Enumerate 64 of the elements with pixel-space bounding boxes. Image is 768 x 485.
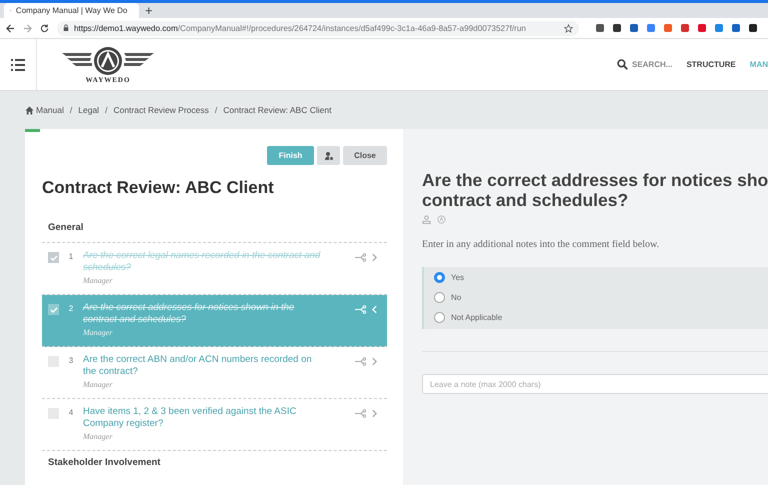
- url-text: https://demo1.waywedo.com/CompanyManual#!/procedures/264724/instances/d5af499c-3c1a-46a9-8a57-a99d0073527f/run: [74, 24, 527, 32]
- checklist-item[interactable]: 4 Have items 1, 2 & 3 been verified against the ASIC Company register? Manager: [42, 399, 387, 451]
- radio-option[interactable]: No: [434, 292, 768, 303]
- radio-button[interactable]: [434, 292, 445, 303]
- checkbox[interactable]: [48, 304, 59, 315]
- checklist-title: Contract Review: ABC Client: [42, 178, 275, 198]
- radio-option[interactable]: Yes: [434, 272, 768, 283]
- chevron-icon[interactable]: [372, 409, 377, 418]
- winged-logo-icon: [62, 46, 154, 76]
- radio-button[interactable]: [434, 272, 445, 283]
- user-icon: [324, 150, 334, 160]
- item-number: 2: [68, 304, 74, 313]
- section-heading: General: [42, 222, 387, 243]
- chevron-icon[interactable]: [372, 357, 377, 366]
- breadcrumb-link[interactable]: Contract Review: ABC Client: [223, 105, 332, 115]
- checkbox[interactable]: [48, 252, 59, 263]
- item-number: 1: [68, 252, 74, 261]
- item-question: Have items 1, 2 & 3 been verified against the ASIC Company register?: [83, 406, 298, 430]
- item-question: Are the correct addresses for notices shown in the contract and schedules?: [83, 302, 296, 326]
- radio-option[interactable]: Not Applicable: [434, 312, 768, 323]
- note-field[interactable]: Leave a note (max 2000 chars): [422, 374, 768, 394]
- back-icon[interactable]: [6, 24, 15, 32]
- home-icon: [25, 106, 34, 114]
- breadcrumb-separator: /: [70, 105, 72, 115]
- question-title: Are the correct addresses for notices sho contract and schedules?: [422, 170, 768, 210]
- user-icon: [422, 215, 431, 224]
- branch-icon[interactable]: [355, 357, 367, 366]
- description-text: Enter in any additional notes into the comment field below.: [422, 239, 660, 250]
- star-icon[interactable]: [564, 24, 573, 32]
- breadcrumb-separator: /: [214, 105, 218, 115]
- menu-icon[interactable]: [11, 58, 25, 70]
- radio-button[interactable]: [434, 312, 445, 323]
- lock-icon: [63, 24, 69, 32]
- new-tab-button[interactable]: +: [139, 3, 159, 18]
- breadcrumb-link[interactable]: Contract Review Process: [113, 105, 209, 115]
- assign-user-button[interactable]: [317, 146, 340, 165]
- branch-icon[interactable]: [355, 253, 367, 262]
- item-role: Manager: [83, 275, 114, 287]
- item-question: Are the correct legal names recorded in the contract and schedules?: [83, 250, 322, 274]
- breadcrumb-separator: /: [105, 105, 108, 115]
- item-role: Manager: [83, 327, 114, 339]
- address-bar[interactable]: https://demo1.waywedo.com/CompanyManual#!/procedures/264724/instances/d5af499c-3c1a-46a9-8a57-a99d0073527f/run: [57, 20, 579, 36]
- chevron-icon[interactable]: [372, 253, 377, 262]
- breadcrumb-link[interactable]: Legal: [78, 105, 100, 115]
- breadcrumb-link[interactable]: Manual: [36, 105, 64, 115]
- item-question: Are the correct ABN and/or ACN numbers recorded on the contract?: [83, 354, 313, 378]
- nav-link[interactable]: STRUCTURE: [686, 60, 736, 69]
- search-icon: [616, 59, 628, 70]
- circle-icon: [437, 215, 446, 224]
- forward-icon[interactable]: [23, 24, 32, 32]
- item-role: Manager: [83, 379, 114, 391]
- search-link[interactable]: SEARCH...: [616, 59, 672, 70]
- branch-icon[interactable]: [355, 305, 367, 314]
- browser-tab[interactable]: Company Manual | Way We Do: [4, 3, 139, 18]
- item-number: 3: [68, 356, 74, 365]
- tab-title: Company Manual | Way We Do: [16, 6, 128, 15]
- item-role: Manager: [83, 431, 114, 443]
- branch-icon[interactable]: [355, 409, 367, 418]
- reload-icon[interactable]: [40, 24, 49, 32]
- checklist-item[interactable]: 3 Are the correct ABN and/or ACN numbers recorded on the contract? Manager: [42, 347, 387, 399]
- search-label: SEARCH...: [632, 60, 672, 69]
- close-button[interactable]: Close: [343, 146, 387, 165]
- item-number: 4: [68, 408, 74, 417]
- section-heading: Stakeholder Involvement: [47, 457, 162, 468]
